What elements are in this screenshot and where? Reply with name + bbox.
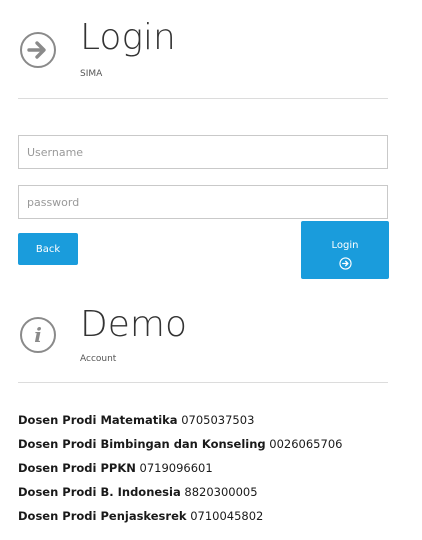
svg-text:i: i <box>34 323 42 347</box>
account-code: 0026065706 <box>269 437 343 451</box>
list-item: Dosen Prodi Matematika 0705037503 <box>18 408 342 432</box>
list-item: Dosen Prodi B. Indonesia 8820300005 <box>18 480 342 504</box>
password-input[interactable] <box>18 185 388 219</box>
login-button[interactable]: Login <box>301 221 389 279</box>
divider <box>18 98 388 99</box>
arrow-right-circle-icon <box>20 32 56 68</box>
list-item: Dosen Prodi Penjaskesrek 0710045802 <box>18 504 342 528</box>
arrow-right-circle-icon <box>338 256 352 270</box>
back-button[interactable]: Back <box>18 233 78 265</box>
info-circle-icon: i <box>20 317 56 353</box>
demo-title: Demo <box>80 304 187 345</box>
username-input[interactable] <box>18 135 388 169</box>
account-name: Dosen Prodi Matematika <box>18 413 178 427</box>
demo-subtitle: Account <box>80 354 117 364</box>
divider <box>18 382 388 383</box>
account-name: Dosen Prodi Penjaskesrek <box>18 509 187 523</box>
login-subtitle: SIMA <box>80 69 103 79</box>
list-item: Dosen Prodi Bimbingan dan Konseling 0026… <box>18 432 342 456</box>
account-code: 0710045802 <box>190 509 264 523</box>
demo-account-list: Dosen Prodi Matematika 0705037503 Dosen … <box>18 408 342 528</box>
account-name: Dosen Prodi Bimbingan dan Konseling <box>18 437 266 451</box>
login-title: Login <box>80 17 176 58</box>
back-button-label: Back <box>35 244 61 255</box>
account-name: Dosen Prodi B. Indonesia <box>18 485 181 499</box>
list-item: Dosen Prodi PPKN 0719096601 <box>18 456 342 480</box>
account-code: 8820300005 <box>184 485 258 499</box>
account-code: 0719096601 <box>139 461 213 475</box>
account-name: Dosen Prodi PPKN <box>18 461 136 475</box>
login-button-label: Login <box>331 239 359 251</box>
account-code: 0705037503 <box>181 413 255 427</box>
login-page: Login SIMA Back Login i Demo Account Dos… <box>0 0 422 540</box>
